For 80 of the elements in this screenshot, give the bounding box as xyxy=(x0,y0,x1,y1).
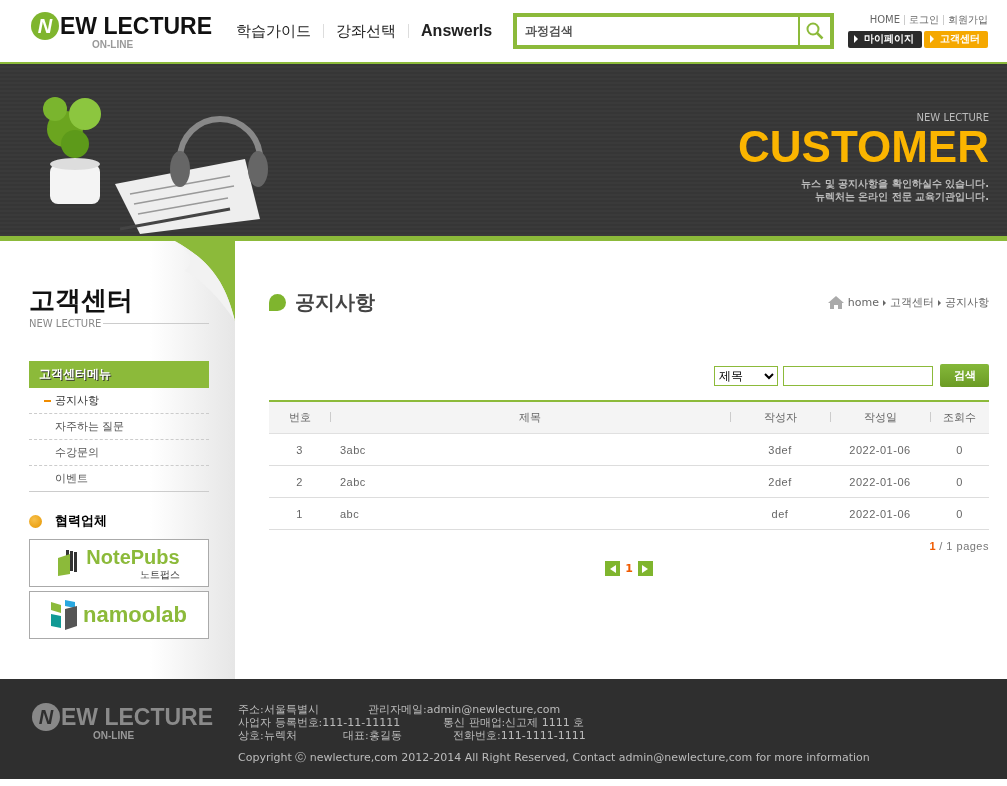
banner-description: 뉴렉처는 온라인 전문 교육기관입니다. xyxy=(814,190,989,203)
footer-info-text: 사업자 등록번호:111-11-11111 xyxy=(238,716,402,729)
table-cell: 1 xyxy=(269,497,330,530)
column-header: 작성자 xyxy=(730,401,830,434)
table-cell: 3 xyxy=(269,433,330,466)
column-header: 제목 xyxy=(330,401,730,434)
sidebar-menu-item[interactable]: 이벤트 xyxy=(29,466,209,491)
next-page-button[interactable] xyxy=(637,561,653,576)
column-header: 조회수 xyxy=(930,401,989,434)
table-cell: 2def xyxy=(730,465,830,498)
left-arrow-icon xyxy=(609,564,616,573)
footer-info-text: 주소:서울특별시 xyxy=(238,703,320,716)
partner-name: NotePubs xyxy=(86,546,180,569)
column-header: 작성일 xyxy=(830,401,930,434)
right-arrow-icon xyxy=(642,564,649,573)
footer-info-text: 관리자메일:admin@newlecture,com xyxy=(368,703,559,716)
arrow-icon xyxy=(930,35,934,43)
footer-info-text: 통신 판매업:신고제 1111 호 xyxy=(443,716,586,729)
breadcrumb-separator-icon xyxy=(938,299,941,306)
top-link[interactable]: 회원가입 xyxy=(943,14,988,25)
dash-marker xyxy=(44,400,51,402)
logo-text[interactable]: EW LECTURE xyxy=(60,12,213,40)
breadcrumb-link[interactable]: home xyxy=(847,296,879,309)
footer-info-text: 대표:홍길동 xyxy=(343,729,403,742)
nav-link[interactable]: 학습가이드 xyxy=(224,24,324,38)
speech-bubble-icon xyxy=(269,294,286,311)
logo-badge[interactable]: N xyxy=(32,703,60,731)
quick-menu-button[interactable]: 마이페이지 xyxy=(848,30,922,48)
menu-header: 고객센터메뉴 xyxy=(29,361,209,388)
logo-text[interactable]: EW LECTURE xyxy=(61,703,214,731)
table-cell: 0 xyxy=(930,433,989,466)
page-title: 공지사항 xyxy=(295,289,375,316)
table-cell: 3def xyxy=(730,433,830,466)
table-cell: def xyxy=(730,497,830,530)
partners-heading: 협력업체 xyxy=(55,512,107,530)
search-field[interactable]: 과정검색 xyxy=(513,13,835,49)
top-link[interactable]: HOME xyxy=(865,14,904,25)
previous-page-button[interactable] xyxy=(605,561,621,576)
partner-logo-link[interactable]: NotePubs 노트펍스 xyxy=(29,539,209,587)
current-page-number: 1 xyxy=(929,540,937,552)
page-link[interactable]: 1 xyxy=(625,562,633,575)
bullet-icon xyxy=(29,514,42,528)
table-cell: 0 xyxy=(930,465,989,498)
sidebar-menu-item[interactable]: 공지사항 xyxy=(29,388,209,414)
breadcrumb-link[interactable]: 공지사항 xyxy=(945,295,989,310)
column-header: 번호 xyxy=(269,401,330,434)
nav-link[interactable]: 강좌선택 xyxy=(323,24,409,38)
banner-title: CUSTOMER xyxy=(738,125,989,169)
footer-info-text: 상호:뉴렉처 xyxy=(238,729,298,742)
logo-subtitle: ON-LINE xyxy=(92,731,136,741)
table-cell: abc xyxy=(330,497,730,530)
table-cell: 2 xyxy=(269,465,330,498)
partner-subtitle: 노트펍스 xyxy=(139,569,180,580)
table-cell: 2022-01-06 xyxy=(830,465,930,498)
banner-eyebrow: NEW LECTURE xyxy=(916,112,989,123)
table-cell: 0 xyxy=(930,497,989,530)
table-cell: 2022-01-06 xyxy=(830,497,930,530)
home-icon xyxy=(827,296,844,309)
footer-info-text: 전화번호:111-1111-1111 xyxy=(453,729,586,742)
sidebar-subtitle: NEW LECTURE xyxy=(29,318,102,329)
breadcrumb-link[interactable]: 고객센터 xyxy=(890,295,934,310)
partner-name: namoolab xyxy=(83,602,187,628)
search-icon xyxy=(806,22,825,40)
top-link[interactable]: 로그인 xyxy=(904,14,943,25)
banner-description: 뉴스 및 공지사항을 확인하실수 있습니다. xyxy=(801,177,989,190)
nav-link[interactable]: AnswerIs xyxy=(408,24,505,38)
table-cell: 2022-01-06 xyxy=(830,433,930,466)
breadcrumb-separator-icon xyxy=(883,299,886,306)
search-type-select[interactable]: 제목 xyxy=(714,365,778,386)
sidebar-menu-item[interactable]: 수강문의 xyxy=(29,440,209,466)
table-cell: 3abc xyxy=(330,433,730,466)
table-cell: 2abc xyxy=(330,465,730,498)
copyright-text: Copyright ⓒ newlecture,com 2012-2014 All Right Reserved, Contact admin@newlecture,com for more information xyxy=(238,751,870,764)
page-count: / 1 pages xyxy=(939,540,989,552)
arrow-icon xyxy=(854,35,858,43)
search-input-field[interactable] xyxy=(783,365,933,386)
sidebar-menu-item[interactable]: 자주하는 질문 xyxy=(29,414,209,440)
logo-subtitle: ON-LINE xyxy=(91,40,135,50)
sidebar-title: 고객센터 xyxy=(29,285,134,315)
blocks-icon xyxy=(51,600,78,630)
